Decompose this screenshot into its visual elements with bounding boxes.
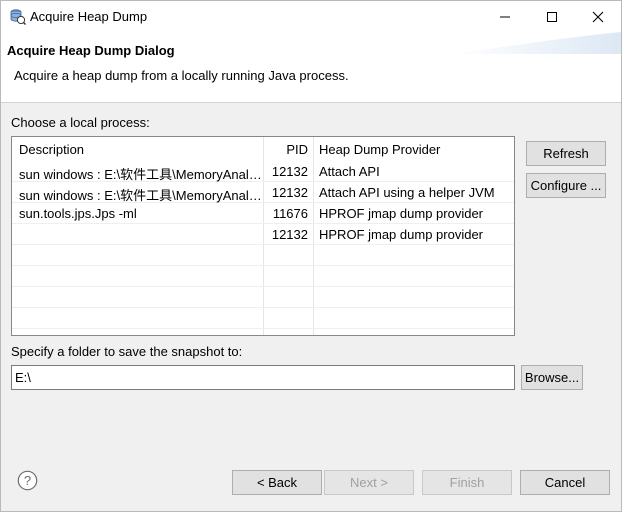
folder-label: Specify a folder to save the snapshot to… xyxy=(11,344,243,359)
cell-pid: 12132 xyxy=(271,164,308,179)
close-button[interactable] xyxy=(575,1,621,32)
back-button[interactable]: < Back xyxy=(232,470,322,495)
column-header-pid[interactable]: PID xyxy=(265,137,308,161)
dialog-title: Acquire Heap Dump Dialog xyxy=(7,43,175,58)
process-label: Choose a local process: xyxy=(11,115,150,130)
dialog-description: Acquire a heap dump from a locally runni… xyxy=(14,68,349,83)
configure-button[interactable]: Configure ... xyxy=(526,173,606,198)
process-table[interactable]: Description PID Heap Dump Provider sun w… xyxy=(11,136,515,336)
next-button[interactable]: Next > xyxy=(324,470,414,495)
close-icon xyxy=(592,11,604,22)
window-title: Acquire Heap Dump xyxy=(30,9,148,24)
table-row-empty xyxy=(12,308,514,329)
cell-description: sun windows : E:\软件工具\MemoryAnalyzer xyxy=(19,167,263,182)
table-row-empty xyxy=(12,245,514,266)
svg-text:?: ? xyxy=(24,473,31,488)
table-row[interactable]: 12132 HPROF jmap dump provider xyxy=(12,224,514,245)
dialog-header: Acquire Heap Dump Dialog Acquire a heap … xyxy=(1,32,621,103)
browse-button[interactable]: Browse... xyxy=(521,365,583,390)
heap-dump-icon xyxy=(10,9,26,25)
cell-description: sun.tools.jps.Jps -ml xyxy=(19,206,137,221)
cancel-button[interactable]: Cancel xyxy=(520,470,610,495)
maximize-icon xyxy=(547,11,557,22)
table-row-empty xyxy=(12,287,514,308)
table-row[interactable]: sun.tools.jps.Jps -ml 11676 HPROF jmap d… xyxy=(12,203,514,224)
banner-decoration xyxy=(451,32,621,54)
title-bar: Acquire Heap Dump xyxy=(1,1,621,32)
cell-pid: 12132 xyxy=(271,185,308,200)
minimize-button[interactable] xyxy=(482,1,528,32)
maximize-button[interactable] xyxy=(529,1,575,32)
acquire-heap-dump-window: Acquire Heap Dump Acquire Heap Dump Dial… xyxy=(0,0,622,512)
column-header-provider[interactable]: Heap Dump Provider xyxy=(319,137,513,161)
cell-description xyxy=(19,224,263,245)
column-header-description[interactable]: Description xyxy=(19,137,263,161)
cell-provider: Attach API xyxy=(319,164,380,179)
cell-pid: 11676 xyxy=(272,206,308,221)
cell-provider: HPROF jmap dump provider xyxy=(319,227,483,242)
cell-description: sun windows : E:\软件工具\MemoryAnalyzer xyxy=(19,188,263,203)
cell-provider: Attach API using a helper JVM xyxy=(319,185,495,200)
table-row-empty xyxy=(12,266,514,287)
minimize-icon xyxy=(500,16,510,17)
folder-path-input[interactable] xyxy=(11,365,515,390)
help-icon[interactable]: ? xyxy=(17,470,38,491)
cell-pid: 12132 xyxy=(271,227,308,242)
finish-button[interactable]: Finish xyxy=(422,470,512,495)
table-row[interactable]: sun windows : E:\软件工具\MemoryAnalyzer 121… xyxy=(12,182,514,203)
cell-provider: HPROF jmap dump provider xyxy=(319,206,483,221)
table-row[interactable]: sun windows : E:\软件工具\MemoryAnalyzer 121… xyxy=(12,161,514,182)
refresh-button[interactable]: Refresh xyxy=(526,141,606,166)
